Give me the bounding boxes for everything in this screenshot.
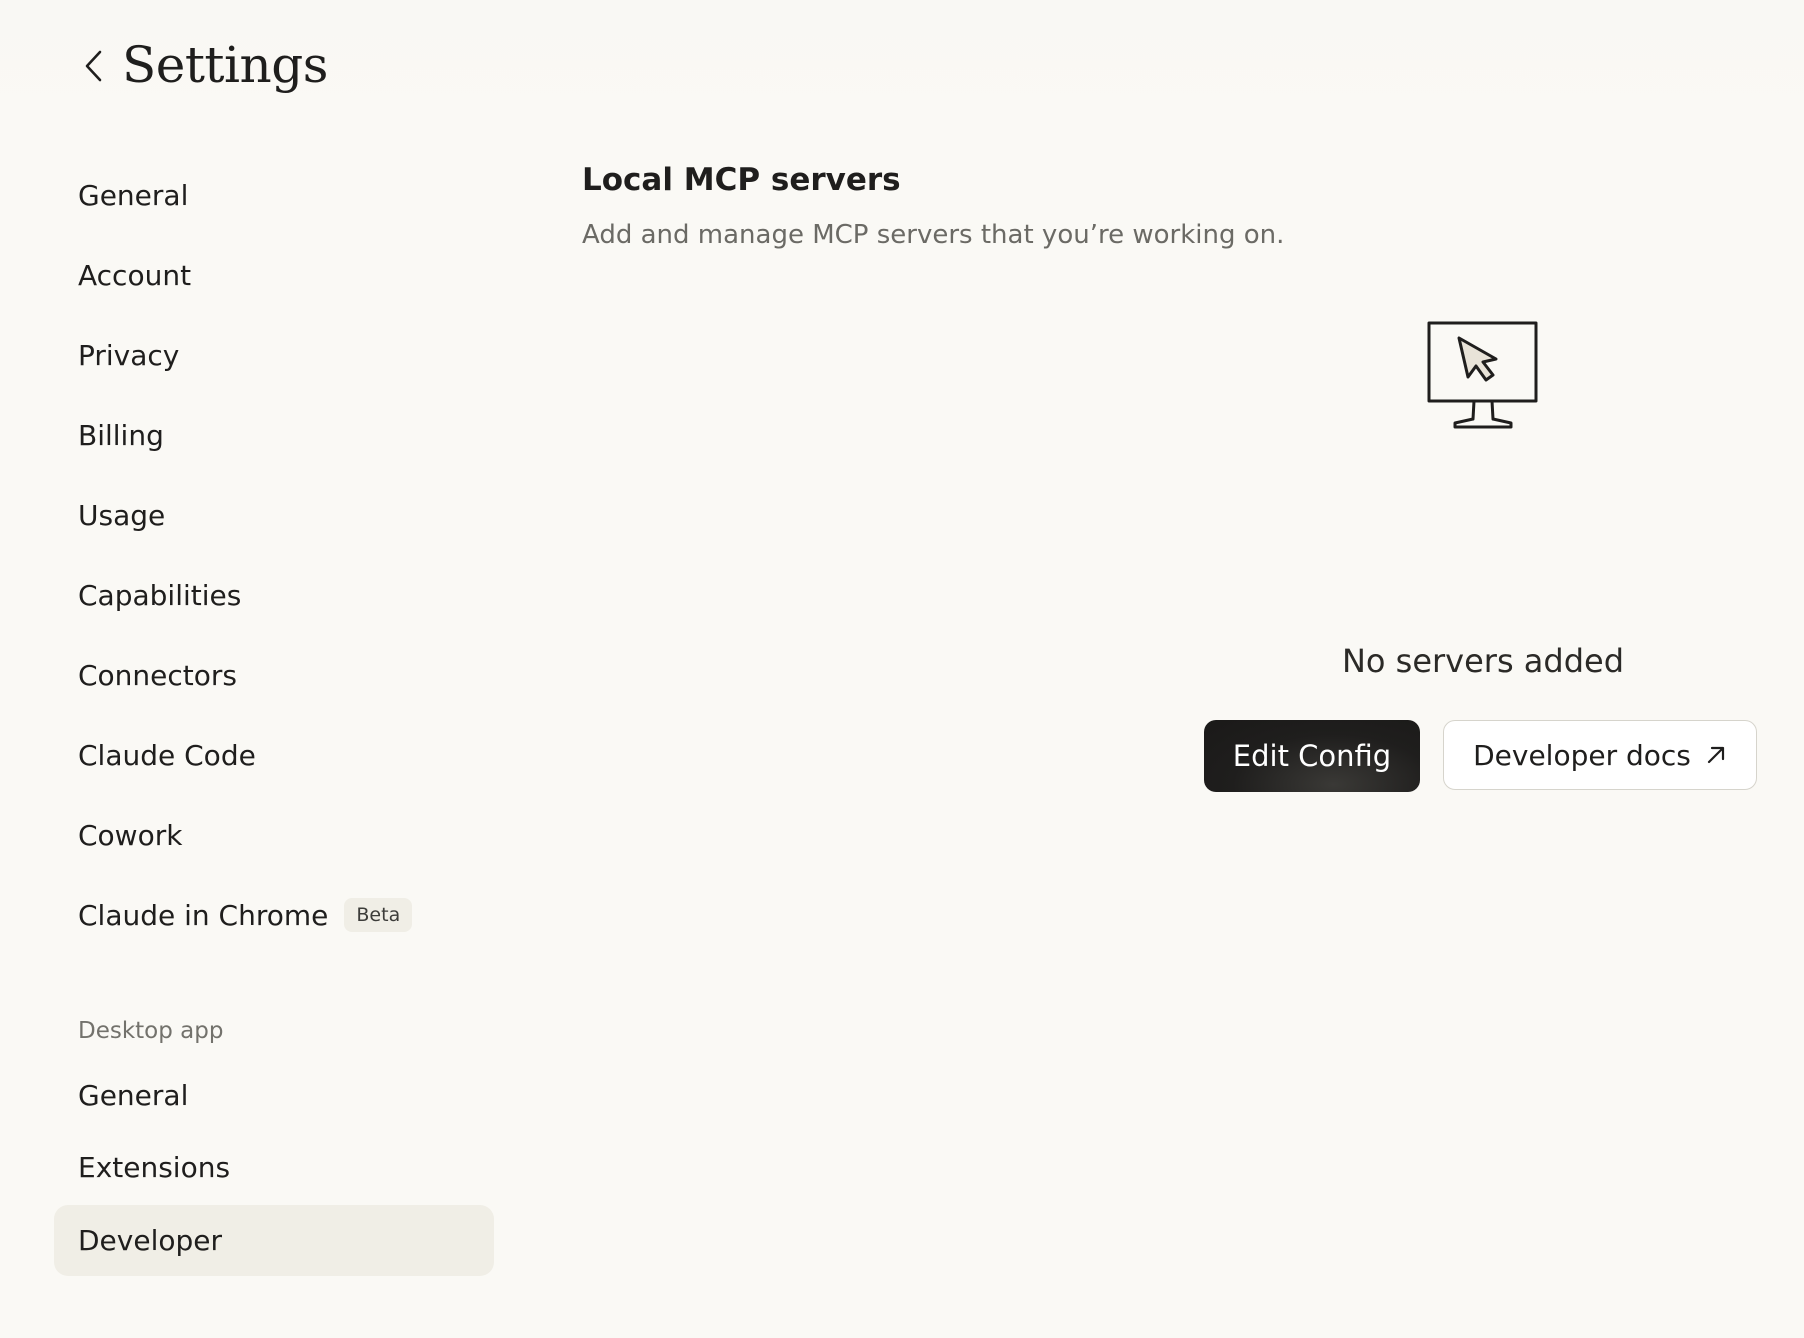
section-subtitle: Add and manage MCP servers that you’re w… xyxy=(582,220,1285,250)
sidebar-item-billing[interactable]: Billing xyxy=(54,400,494,470)
sidebar-item-claude-in-chrome[interactable]: Claude in Chrome Beta xyxy=(54,880,494,950)
sidebar-item-extensions[interactable]: Extensions xyxy=(54,1132,494,1202)
monitor-cursor-icon xyxy=(1427,321,1538,429)
sidebar-item-label: Capabilities xyxy=(78,578,242,612)
edit-config-button[interactable]: Edit Config xyxy=(1204,720,1420,792)
sidebar-item-label: Privacy xyxy=(78,338,180,372)
arrow-up-right-icon xyxy=(1707,746,1724,764)
sidebar-item-general[interactable]: General xyxy=(54,160,494,230)
sidebar-item-label: Account xyxy=(78,258,192,292)
sidebar-item-label: General xyxy=(78,1078,189,1112)
sidebar-item-desktop-general[interactable]: General xyxy=(54,1060,494,1130)
section-title: Local MCP servers xyxy=(582,162,901,198)
sidebar-item-label: Billing xyxy=(78,418,164,452)
sidebar-item-developer[interactable]: Developer xyxy=(54,1205,494,1276)
developer-docs-label: Developer docs xyxy=(1473,738,1691,772)
desktop-app-section-label: Desktop app xyxy=(78,1018,224,1044)
sidebar-item-label: General xyxy=(78,178,189,212)
sidebar-item-label: Connectors xyxy=(78,658,238,692)
sidebar-item-label: Usage xyxy=(78,498,166,532)
sidebar-item-label: Claude in Chrome xyxy=(78,898,329,932)
beta-badge: Beta xyxy=(344,898,413,932)
sidebar-item-connectors[interactable]: Connectors xyxy=(54,640,494,710)
sidebar-item-usage[interactable]: Usage xyxy=(54,480,494,550)
chevron-left-icon xyxy=(85,50,102,82)
sidebar-item-capabilities[interactable]: Capabilities xyxy=(54,560,494,630)
sidebar-item-label: Claude Code xyxy=(78,738,256,772)
sidebar-item-label: Cowork xyxy=(78,818,183,852)
sidebar-item-claude-code[interactable]: Claude Code xyxy=(54,720,494,790)
settings-header: Settings xyxy=(0,0,1804,130)
edit-config-label: Edit Config xyxy=(1232,739,1392,773)
empty-state-text: No servers added xyxy=(1341,642,1625,680)
empty-state: No servers added Edit Config Developer d… xyxy=(1204,320,1762,800)
sidebar-item-account[interactable]: Account xyxy=(54,240,494,310)
page-title: Settings xyxy=(122,36,328,94)
sidebar-item-privacy[interactable]: Privacy xyxy=(54,320,494,390)
developer-docs-button[interactable]: Developer docs xyxy=(1443,720,1757,790)
sidebar-item-label: Extensions xyxy=(78,1150,231,1184)
sidebar-item-cowork[interactable]: Cowork xyxy=(54,800,494,870)
sidebar-item-label: Developer xyxy=(78,1224,223,1257)
back-button[interactable] xyxy=(76,44,112,88)
